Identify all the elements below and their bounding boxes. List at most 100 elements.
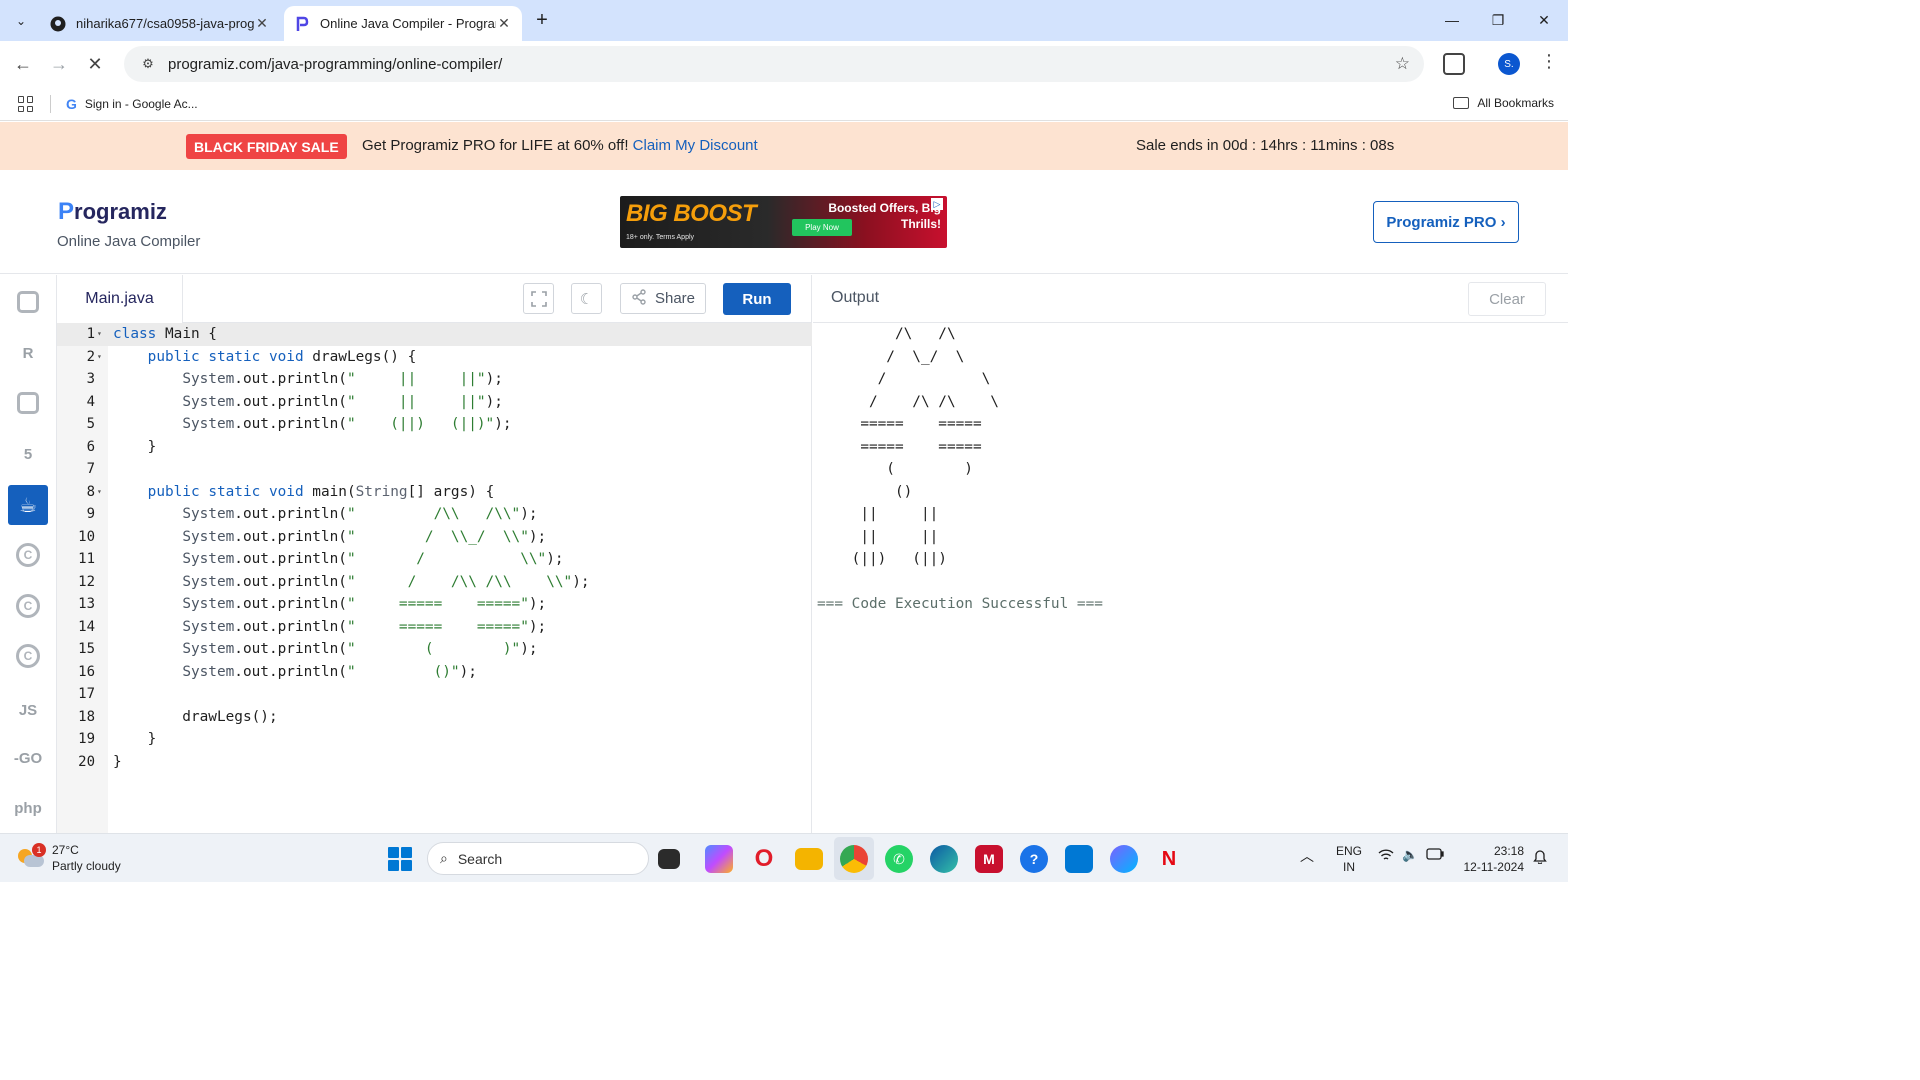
r-language-icon[interactable]: R	[8, 333, 48, 373]
dark-mode-moon-icon[interactable]: ☾	[571, 283, 602, 314]
bookmarks-divider	[50, 95, 51, 113]
code-line[interactable]: 11 System.out.println(" / \\");	[57, 548, 812, 571]
apps-grid-icon[interactable]	[18, 96, 34, 112]
csharp-language-icon[interactable]: C	[8, 636, 48, 676]
chrome-icon[interactable]	[840, 845, 868, 873]
tab-close-icon[interactable]: ✕	[496, 15, 512, 32]
sale-countdown: Sale ends in 00d : 14hrs : 11mins : 08s	[1136, 137, 1395, 154]
code-line[interactable]: 6 }	[57, 436, 812, 459]
code-line[interactable]: 8 ▾ public static void main(String[] args…	[57, 481, 812, 504]
bookmark-star-icon[interactable]: ☆	[1395, 54, 1410, 74]
code-line[interactable]: 19 }	[57, 728, 812, 751]
opera-icon[interactable]: O	[750, 845, 778, 873]
ad-choices-icon[interactable]: ▷	[931, 198, 943, 210]
whatsapp-icon[interactable]: ✆	[885, 845, 913, 873]
tab-close-icon[interactable]: ✕	[254, 15, 270, 32]
system-clock[interactable]: 23:18 12-11-2024	[1460, 843, 1525, 875]
windows-start-icon[interactable]	[388, 847, 412, 871]
c-language-label: C	[16, 543, 40, 567]
run-button[interactable]: Run	[723, 283, 791, 315]
edge-icon[interactable]	[930, 845, 958, 873]
task-view-icon[interactable]	[658, 849, 680, 869]
browser-menu-icon[interactable]: ⋮	[1540, 51, 1558, 72]
ad-banner[interactable]: BIG BOOST Boosted Offers, Big Thrills! Pl…	[620, 196, 947, 248]
js-language-icon[interactable]: JS	[8, 690, 48, 730]
php-language-icon[interactable]: php	[8, 788, 48, 828]
back-arrow-icon[interactable]: ←	[10, 51, 36, 77]
fullscreen-icon[interactable]	[523, 283, 554, 314]
input-language-indicator[interactable]: ENG IN	[1336, 843, 1362, 875]
file-explorer-icon[interactable]	[795, 848, 823, 870]
html-language-icon[interactable]: 5	[8, 434, 48, 474]
ad-play-now-button[interactable]: Play Now	[792, 219, 852, 236]
c-language-icon[interactable]: C	[8, 535, 48, 575]
code-text: drawLegs();	[113, 708, 278, 725]
profile-avatar[interactable]: S.	[1498, 53, 1520, 75]
stop-loading-icon[interactable]: ✕	[82, 51, 108, 77]
line-number: 7	[86, 461, 95, 477]
browser-tab-programiz[interactable]: Online Java Compiler - Program ✕	[284, 6, 522, 41]
code-line[interactable]: 20}	[57, 751, 812, 774]
fold-arrow-icon[interactable]: ▾	[97, 346, 107, 369]
code-line[interactable]: 1 ▾ class Main {	[57, 323, 812, 346]
all-bookmarks-button[interactable]: All Bookmarks	[1453, 96, 1554, 110]
share-icon	[631, 288, 647, 309]
tab-search-chevron-icon[interactable]: ⌄	[8, 8, 34, 34]
paint-icon[interactable]	[1110, 845, 1138, 873]
java-language-icon[interactable]: ☕	[8, 485, 48, 525]
code-line[interactable]: 3 System.out.println(" || ||");	[57, 368, 812, 391]
weather-widget[interactable]: 1 27°C Partly cloudy	[18, 842, 121, 874]
url-text[interactable]: programiz.com/java-programming/online-co…	[168, 56, 502, 73]
minimize-icon[interactable]: —	[1429, 6, 1475, 34]
code-line[interactable]: 7	[57, 458, 812, 481]
code-line[interactable]: 17	[57, 683, 812, 706]
volume-icon[interactable]: 🔈	[1402, 847, 1418, 863]
code-line[interactable]: 12 System.out.println(" / /\\ /\\ \\");	[57, 571, 812, 594]
code-line[interactable]: 2 ▾ public static void drawLegs() {	[57, 346, 812, 369]
go-language-icon[interactable]: -GO	[8, 738, 48, 778]
code-line[interactable]: 18 drawLegs();	[57, 706, 812, 729]
help-icon[interactable]: ?	[1020, 845, 1048, 873]
forward-arrow-icon[interactable]: →	[46, 51, 72, 77]
netflix-icon[interactable]: N	[1155, 845, 1183, 873]
clear-button[interactable]: Clear	[1468, 282, 1546, 316]
address-bar[interactable]: ⚙ programiz.com/java-programming/online-…	[124, 46, 1424, 82]
all-bookmarks-label: All Bookmarks	[1477, 96, 1554, 110]
tray-overflow-chevron-icon[interactable]: ︿	[1300, 846, 1314, 866]
claim-discount-link[interactable]: Claim My Discount	[633, 137, 758, 154]
code-line[interactable]: 13 System.out.println(" ===== =====");	[57, 593, 812, 616]
code-line[interactable]: 14 System.out.println(" ===== =====");	[57, 616, 812, 639]
new-tab-plus-icon[interactable]: +	[530, 8, 554, 32]
site-settings-icon[interactable]: ⚙	[132, 56, 164, 72]
microsoft-store-icon[interactable]	[1065, 845, 1093, 873]
code-area[interactable]: 1 ▾ class Main {2 ▾ public static void draw…	[57, 323, 812, 773]
sql-language-icon[interactable]	[8, 383, 48, 423]
python-language-icon[interactable]	[8, 282, 48, 322]
mcafee-icon[interactable]: M	[975, 845, 1003, 873]
copilot-icon[interactable]	[705, 845, 733, 873]
weather-badge: 1	[32, 843, 46, 857]
code-line[interactable]: 15 System.out.println(" ( )");	[57, 638, 812, 661]
fold-arrow-icon[interactable]: ▾	[97, 481, 107, 504]
wifi-icon[interactable]	[1378, 848, 1394, 865]
browser-tab-github[interactable]: niharika677/csa0958-java-prog ✕	[40, 6, 280, 41]
battery-icon[interactable]	[1426, 848, 1444, 863]
code-line[interactable]: 9 System.out.println(" /\\ /\\");	[57, 503, 812, 526]
bookmark-google-signin[interactable]: G Sign in - Google Ac...	[66, 96, 198, 112]
code-line[interactable]: 4 System.out.println(" || ||");	[57, 391, 812, 414]
extensions-icon[interactable]	[1443, 53, 1465, 75]
programiz-pro-button[interactable]: Programiz PRO ›	[1373, 201, 1519, 243]
code-line[interactable]: 5 System.out.println(" (||) (||)");	[57, 413, 812, 436]
notifications-bell-icon[interactable]	[1533, 848, 1547, 867]
share-button[interactable]: Share	[620, 283, 706, 314]
restore-icon[interactable]: ❐	[1475, 6, 1521, 34]
close-window-icon[interactable]: ✕	[1521, 6, 1567, 34]
code-line[interactable]: 10 System.out.println(" / \\_/ \\");	[57, 526, 812, 549]
file-tab-main-java[interactable]: Main.java	[57, 275, 183, 323]
programiz-logo[interactable]: Programiz	[58, 198, 167, 226]
cpp-language-icon[interactable]: C	[8, 586, 48, 626]
code-line[interactable]: 16 System.out.println(" ()");	[57, 661, 812, 684]
taskbar-search[interactable]: ⌕ Search	[427, 842, 649, 875]
line-number: 9	[86, 506, 95, 522]
fold-arrow-icon[interactable]: ▾	[97, 323, 107, 346]
